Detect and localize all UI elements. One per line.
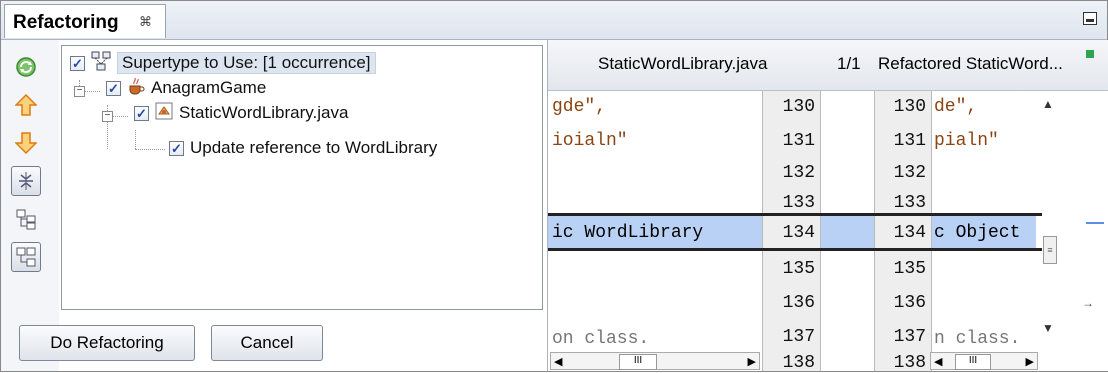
scroll-left-icon[interactable]: ◀ (934, 355, 942, 368)
collapse-icon[interactable]: − (74, 86, 85, 97)
root-checkbox[interactable]: ✓ (70, 55, 85, 71)
java-file-icon (155, 102, 173, 125)
tree-file-node[interactable]: ✓ StaticWordLibrary.java (134, 100, 348, 126)
refactoring-window: Refactoring ⌘ − − ✓ Supertype to Use: [1… (0, 0, 1108, 373)
cancel-button[interactable]: Cancel (211, 325, 323, 361)
right-code-line: de", (934, 97, 978, 117)
right-code-line: n class. (934, 329, 1021, 349)
left-line-number: 138 (782, 353, 815, 373)
root-label: Supertype to Use: [1 occurrence] (117, 52, 376, 74)
scroll-right-icon[interactable]: ▶ (748, 355, 756, 368)
right-code-line: c Object (934, 223, 1021, 243)
arrow-up-icon[interactable] (11, 90, 41, 120)
diff-status-marker (1086, 50, 1094, 58)
left-file-title: StaticWordLibrary.java (598, 54, 768, 73)
left-code-line: on class. (552, 329, 650, 349)
tab-close-icon[interactable]: ⌘ (139, 14, 152, 30)
tree-connector (135, 149, 165, 150)
project-checkbox[interactable]: ✓ (106, 80, 121, 96)
change-marker (1086, 222, 1104, 224)
h-scroll-thumb[interactable]: III (619, 354, 657, 370)
middle-change-highlight (819, 215, 874, 249)
right-line-number: 138 (893, 353, 926, 373)
change-bottom-border (548, 248, 1042, 251)
left-line-number: 130 (782, 97, 815, 117)
do-refactoring-button[interactable]: Do Refactoring (19, 325, 195, 361)
left-toolbar (1, 40, 59, 371)
scroll-left-icon[interactable]: ◀ (554, 355, 562, 368)
right-line-number: 134 (893, 223, 926, 243)
tree-connector (135, 130, 136, 149)
right-line-number: 137 (893, 327, 926, 347)
project-label: AnagramGame (151, 78, 267, 97)
physical-view-icon[interactable] (11, 242, 41, 272)
tree-project-node[interactable]: ✓ AnagramGame (106, 75, 266, 101)
change-label: Update reference to WordLibrary (190, 138, 438, 157)
file-label: StaticWordLibrary.java (179, 103, 349, 122)
minimize-icon[interactable] (1083, 12, 1097, 25)
java-project-icon (127, 77, 145, 100)
right-line-number: 136 (893, 293, 926, 313)
left-line-number: 135 (782, 259, 815, 279)
right-file-title: Refactored StaticWord... (878, 54, 1063, 73)
scroll-down-icon[interactable]: ▼ (1042, 321, 1054, 335)
scroll-thumb[interactable]: ≡ (1043, 236, 1057, 264)
tab-refactoring[interactable]: Refactoring ⌘ (4, 4, 166, 38)
scroll-up-icon[interactable]: ▲ (1042, 97, 1054, 111)
right-code-line: pialn" (934, 131, 999, 151)
right-line-number: 130 (893, 97, 926, 117)
left-line-number: 136 (782, 293, 815, 313)
left-line-number: 131 (782, 131, 815, 151)
refresh-icon[interactable] (11, 52, 41, 82)
tab-bar: Refactoring ⌘ (1, 1, 1107, 40)
logical-view-icon[interactable] (11, 204, 41, 234)
right-line-number: 132 (893, 163, 926, 183)
hierarchy-icon (91, 51, 111, 76)
tree-change-node[interactable]: ✓ Update reference to WordLibrary (169, 135, 437, 161)
right-line-number: 131 (893, 131, 926, 151)
h-scroll-thumb[interactable]: III (955, 354, 991, 370)
diff-counter: 1/1 (837, 54, 861, 73)
refactoring-tree: − − ✓ Supertype to Use: [1 occurrence] ✓… (61, 45, 543, 310)
left-code-line: ic WordLibrary (552, 223, 704, 243)
tree-root-node[interactable]: ✓ Supertype to Use: [1 occurrence] (70, 50, 376, 76)
collapse-icon[interactable]: − (102, 111, 113, 122)
change-checkbox[interactable]: ✓ (169, 140, 184, 156)
vertical-scrollbar[interactable]: ▲ ≡ ▼ (1038, 91, 1060, 341)
diff-viewer: StaticWordLibrary.java 1/1 Refactored St… (547, 40, 1108, 373)
left-line-number: 134 (782, 223, 815, 243)
left-horizontal-scrollbar[interactable]: ◀ III ▶ (550, 352, 760, 370)
right-horizontal-scrollbar[interactable]: ◀ III ▶ (930, 352, 1038, 370)
diff-header: StaticWordLibrary.java 1/1 Refactored St… (548, 40, 1108, 91)
change-top-border (548, 213, 1042, 216)
right-line-number: 135 (893, 259, 926, 279)
navigation-marker-icon: → (1082, 296, 1094, 310)
tree-connector (112, 116, 128, 117)
left-line-number: 132 (782, 163, 815, 183)
left-code-line: ioialn" (552, 131, 628, 151)
left-code-line: gde", (552, 97, 607, 117)
scroll-right-icon[interactable]: ▶ (1026, 355, 1034, 368)
file-checkbox[interactable]: ✓ (134, 105, 149, 121)
left-line-number: 133 (782, 193, 815, 213)
arrow-down-icon[interactable] (11, 128, 41, 158)
right-line-number: 133 (893, 193, 926, 213)
expand-collapse-icon[interactable] (11, 166, 41, 196)
tree-connector (84, 91, 100, 92)
tab-title: Refactoring (13, 12, 119, 33)
left-line-number: 137 (782, 327, 815, 347)
